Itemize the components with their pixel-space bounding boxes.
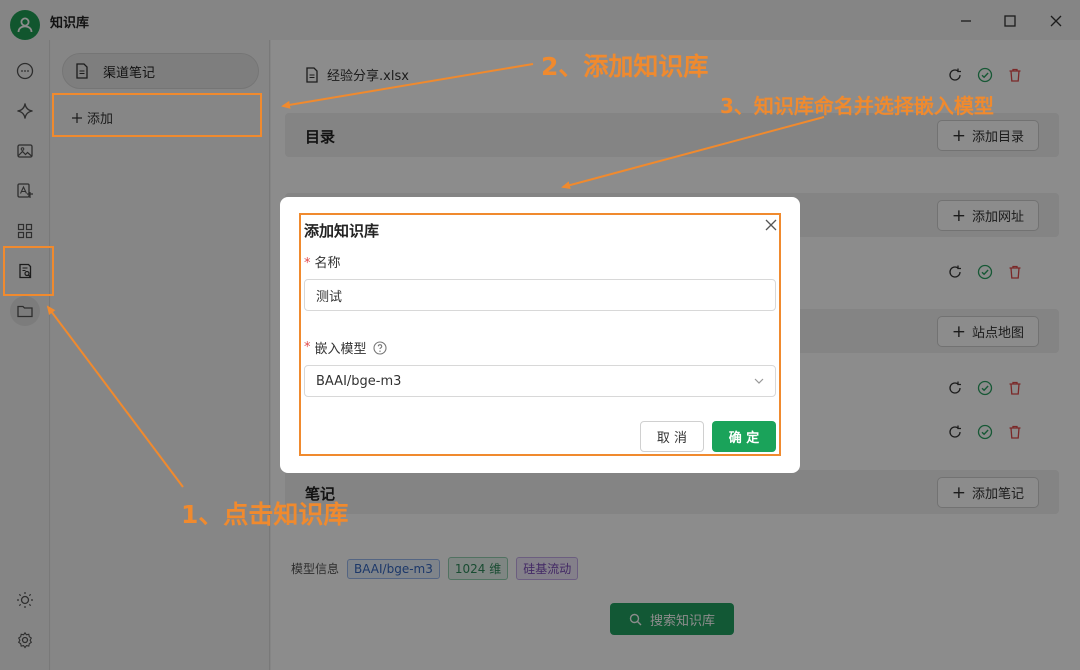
chevron-down-icon (754, 378, 764, 384)
model-select-value: BAAI/bge-m3 (316, 373, 402, 389)
ok-button[interactable]: 确 定 (712, 421, 776, 452)
annotation-step3: 3、知识库命名并选择嵌入模型 (720, 94, 994, 118)
name-input-value: 测试 (316, 289, 343, 305)
annotation-step2: 2、添加知识库 (541, 52, 709, 81)
model-select[interactable]: BAAI/bge-m3 (304, 365, 776, 397)
name-label-text: 名称 (314, 256, 341, 271)
name-input[interactable]: 测试 (304, 279, 776, 311)
name-label: * 名称 (304, 256, 341, 271)
add-kb-dialog: 添加知识库 * 名称 测试 * 嵌入模型 BAAI/bge-m3 取 消 确 定 (280, 197, 800, 473)
close-icon (765, 219, 777, 231)
cancel-button[interactable]: 取 消 (640, 421, 704, 452)
model-label-text: 嵌入模型 (314, 342, 367, 357)
dialog-close-button[interactable] (763, 217, 779, 233)
annotation-box-knowledge-icon (3, 246, 54, 296)
help-icon[interactable] (372, 340, 387, 355)
annotation-step1: 1、点击知识库 (181, 500, 349, 529)
dialog-title: 添加知识库 (304, 222, 380, 240)
model-label: * 嵌入模型 (304, 338, 387, 357)
annotation-box-add (52, 93, 262, 137)
annotation-box-dialog (299, 213, 781, 456)
